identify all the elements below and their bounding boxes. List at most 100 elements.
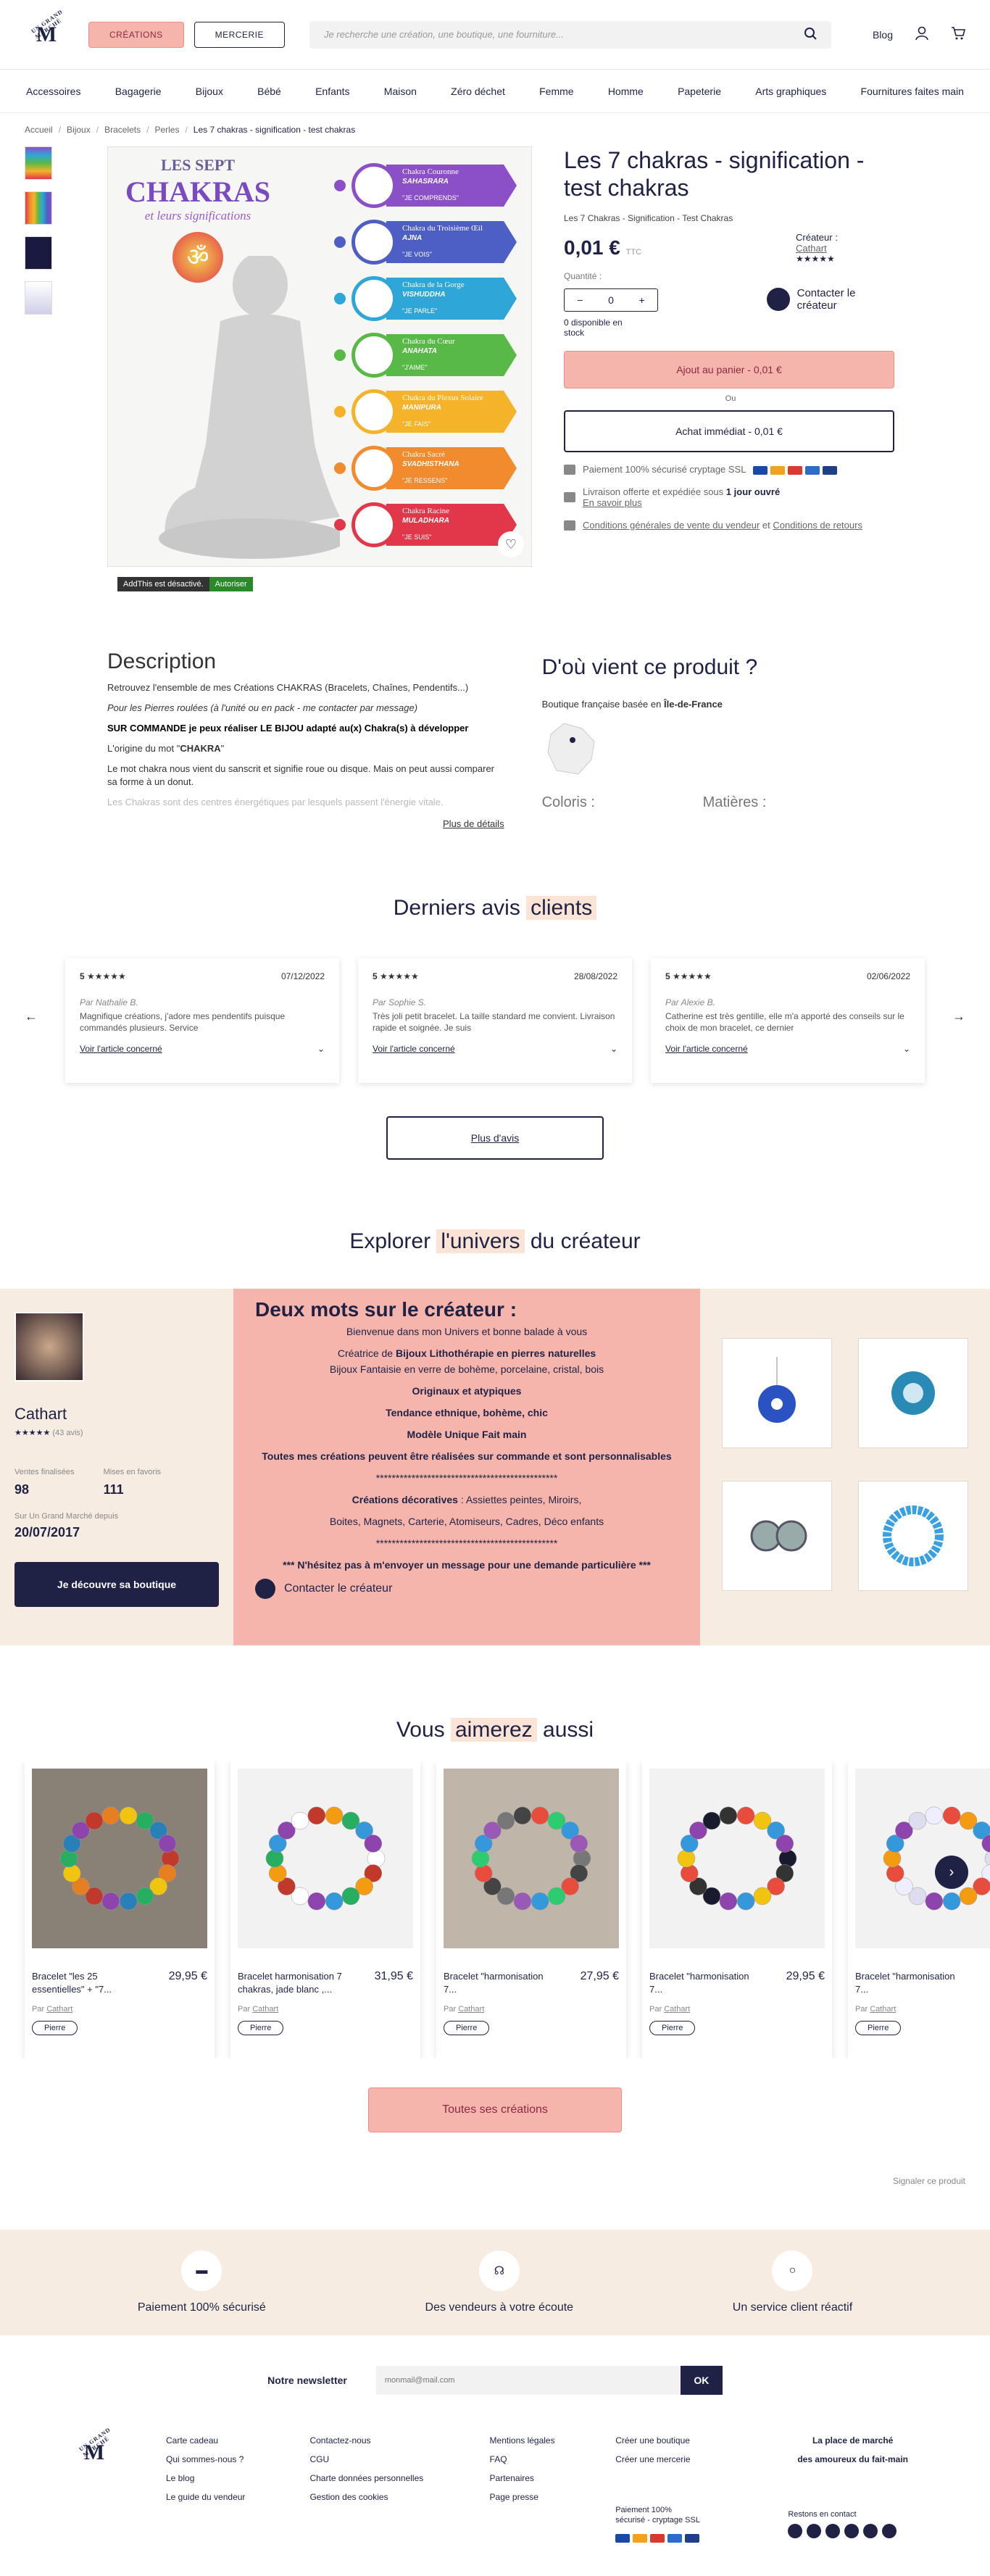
- category-link[interactable]: Papeterie: [678, 86, 721, 97]
- footer-link[interactable]: FAQ: [490, 2450, 616, 2469]
- product-card-image[interactable]: [32, 1769, 207, 1948]
- thumbnail[interactable]: [25, 281, 52, 315]
- shop-item-image[interactable]: [722, 1338, 832, 1448]
- material-tag[interactable]: Pierre: [32, 2021, 78, 2035]
- arrow-left-icon[interactable]: ←: [25, 1009, 38, 1024]
- shop-item-image[interactable]: [858, 1338, 968, 1448]
- thumbnail[interactable]: [25, 191, 52, 225]
- footer-link[interactable]: Le guide du vendeur: [166, 2488, 309, 2506]
- footer-link[interactable]: Contactez-nous: [309, 2431, 489, 2450]
- chevron-down-icon[interactable]: ⌄: [903, 1044, 910, 1054]
- all-creations-button[interactable]: Toutes ses créations: [368, 2087, 622, 2132]
- product-card-name[interactable]: Bracelet "les 25 essentielles" + "7...: [32, 1970, 141, 1996]
- blog-link[interactable]: Blog: [873, 29, 893, 41]
- plus-button[interactable]: +: [639, 294, 645, 306]
- product-card-image[interactable]: [855, 1769, 990, 1948]
- creator-link[interactable]: Cathart: [796, 243, 897, 254]
- category-link[interactable]: Femme: [539, 86, 573, 97]
- footer-link[interactable]: Partenaires: [490, 2469, 616, 2488]
- product-card-author-link[interactable]: Cathart: [870, 2005, 896, 2014]
- authorize-button[interactable]: Autoriser: [209, 577, 253, 591]
- more-details-link[interactable]: Plus de détails: [107, 818, 504, 831]
- product-image[interactable]: LES SEPT CHAKRAS et leurs significations…: [107, 146, 532, 567]
- category-link[interactable]: Fournitures faites main: [861, 86, 964, 97]
- thumbnail[interactable]: [25, 236, 52, 270]
- cart-icon[interactable]: [951, 26, 966, 43]
- avatar[interactable]: [14, 1312, 84, 1382]
- chevron-down-icon[interactable]: ⌄: [317, 1044, 325, 1054]
- category-link[interactable]: Bébé: [257, 86, 281, 97]
- footer-link[interactable]: Le blog: [166, 2469, 309, 2488]
- facebook-icon[interactable]: [788, 2524, 803, 2538]
- breadcrumb-item[interactable]: Accueil: [25, 125, 53, 135]
- footer-link[interactable]: Qui sommes-nous ?: [166, 2450, 309, 2469]
- product-card[interactable]: Bracelet "harmonisation 7...29,95 €Par C…: [848, 1761, 990, 2058]
- product-card-author-link[interactable]: Cathart: [458, 2005, 484, 2014]
- review-article-link[interactable]: Voir l'article concerné: [80, 1044, 162, 1054]
- product-card[interactable]: Bracelet harmonisation 7 chakras, jade b…: [230, 1761, 420, 2058]
- product-card[interactable]: Bracelet "les 25 essentielles" + "7... 29…: [25, 1761, 215, 2058]
- linkedin-icon[interactable]: [882, 2524, 897, 2538]
- newsletter-submit-button[interactable]: OK: [680, 2366, 723, 2395]
- learn-more-link[interactable]: En savoir plus: [583, 497, 642, 508]
- product-card-name[interactable]: Bracelet harmonisation 7 chakras, jade b…: [238, 1970, 346, 1996]
- pinterest-icon[interactable]: [844, 2524, 860, 2538]
- carousel-next-icon[interactable]: ›: [935, 1856, 968, 1889]
- material-tag[interactable]: Pierre: [649, 2021, 696, 2035]
- contact-creator-button[interactable]: Contacter le créateur: [767, 287, 897, 312]
- cgv-link[interactable]: Conditions générales de vente du vendeur: [583, 520, 760, 531]
- product-card-image[interactable]: [444, 1769, 619, 1948]
- youtube-icon[interactable]: [863, 2524, 878, 2538]
- category-link[interactable]: Maison: [384, 86, 417, 97]
- product-card[interactable]: Bracelet "harmonisation 7... 27,95 € Par C…: [436, 1761, 626, 2058]
- product-card-name[interactable]: Bracelet "harmonisation 7...: [444, 1970, 552, 1996]
- product-card[interactable]: Bracelet "harmonisation 7...29,95 €Par C…: [642, 1761, 832, 2058]
- instagram-icon[interactable]: [807, 2524, 822, 2538]
- add-to-cart-button[interactable]: Ajout au panier - 0,01 €: [564, 351, 894, 389]
- returns-link[interactable]: Conditions de retours: [773, 520, 862, 531]
- minus-button[interactable]: −: [577, 294, 583, 306]
- category-link[interactable]: Accessoires: [26, 86, 80, 97]
- twitter-icon[interactable]: [825, 2524, 841, 2538]
- discover-shop-button[interactable]: Je découvre sa boutique: [14, 1562, 219, 1607]
- footer-link[interactable]: CGU: [309, 2450, 489, 2469]
- buy-now-button[interactable]: Achat immédiat - 0,01 €: [564, 410, 894, 452]
- footer-link[interactable]: Créer une boutique: [615, 2431, 788, 2450]
- shop-item-image[interactable]: [722, 1481, 832, 1591]
- newsletter-email-input[interactable]: [375, 2366, 681, 2395]
- user-icon[interactable]: [915, 26, 929, 43]
- category-link[interactable]: Zéro déchet: [451, 86, 505, 97]
- creations-button[interactable]: CRÉATIONS: [88, 21, 184, 48]
- breadcrumb-item[interactable]: Bracelets: [104, 125, 141, 135]
- product-card-name[interactable]: Bracelet "harmonisation 7...: [855, 1970, 964, 1996]
- search-icon[interactable]: [804, 27, 817, 42]
- product-card-image[interactable]: [649, 1769, 825, 1948]
- category-link[interactable]: Homme: [608, 86, 644, 97]
- footer-link[interactable]: Gestion des cookies: [309, 2488, 489, 2506]
- product-card-author-link[interactable]: Cathart: [252, 2005, 278, 2014]
- search-input[interactable]: Je recherche une création, une boutique,…: [309, 20, 831, 49]
- breadcrumb-item[interactable]: Bijoux: [67, 125, 91, 135]
- product-card-name[interactable]: Bracelet "harmonisation 7...: [649, 1970, 758, 1996]
- more-reviews-button[interactable]: Plus d'avis: [386, 1116, 604, 1160]
- product-card-author-link[interactable]: Cathart: [664, 2005, 690, 2014]
- material-tag[interactable]: Pierre: [238, 2021, 284, 2035]
- arrow-right-icon[interactable]: →: [952, 1009, 965, 1024]
- footer-link[interactable]: Carte cadeau: [166, 2431, 309, 2450]
- category-link[interactable]: Bagagerie: [115, 86, 162, 97]
- footer-link[interactable]: Charte données personnelles: [309, 2469, 489, 2488]
- shop-item-image[interactable]: [858, 1481, 968, 1591]
- review-article-link[interactable]: Voir l'article concerné: [373, 1044, 455, 1054]
- category-link[interactable]: Arts graphiques: [755, 86, 826, 97]
- product-card-image[interactable]: [238, 1769, 413, 1948]
- footer-link[interactable]: Mentions légales: [490, 2431, 616, 2450]
- favorite-icon[interactable]: ♡: [498, 531, 524, 557]
- footer-link[interactable]: Créer une mercerie: [615, 2450, 788, 2469]
- report-product-link[interactable]: Signaler ce produit: [0, 2176, 990, 2186]
- material-tag[interactable]: Pierre: [855, 2021, 902, 2035]
- category-link[interactable]: Enfants: [315, 86, 349, 97]
- mercerie-button[interactable]: MERCERIE: [194, 21, 285, 48]
- site-logo[interactable]: UN GRAND MARCHÉ M: [25, 8, 68, 57]
- contact-creator-link[interactable]: Contacter le créateur: [255, 1579, 678, 1599]
- review-article-link[interactable]: Voir l'article concerné: [665, 1044, 748, 1054]
